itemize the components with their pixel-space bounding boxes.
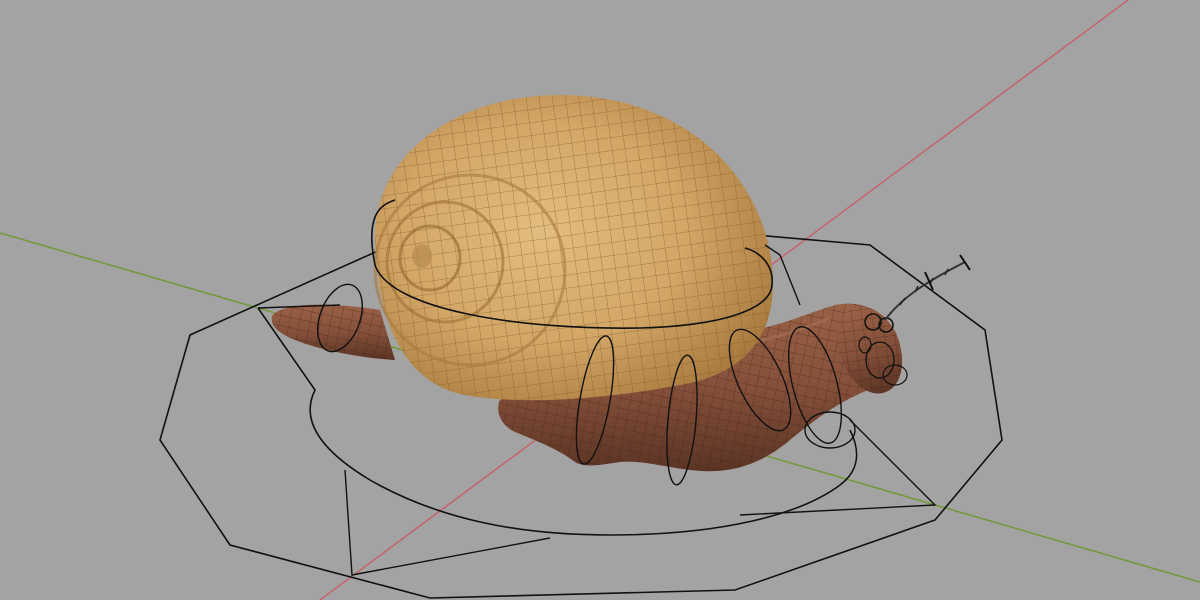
viewport-scene[interactable]	[0, 0, 1200, 600]
3d-viewport[interactable]	[0, 0, 1200, 600]
snail-shell[interactable]	[373, 95, 774, 401]
